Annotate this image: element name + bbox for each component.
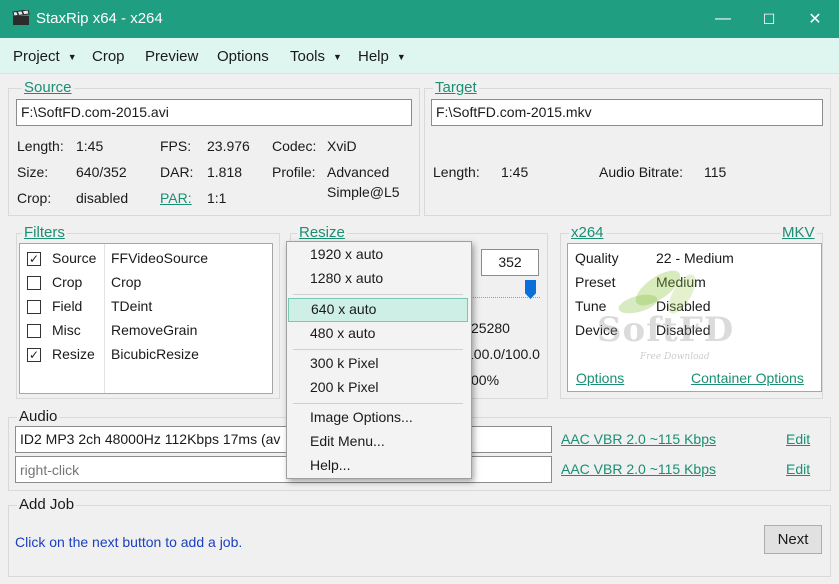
filter-row[interactable]: ✓ Resize BicubicResize [20,346,270,368]
menu-item-200k-pixel[interactable]: 200 k Pixel [288,376,468,400]
source-profile-label: Profile: [272,164,316,180]
filter-category: Misc [52,322,81,338]
menu-separator [293,403,463,404]
menu-item-640-auto[interactable]: 640 x auto [288,298,468,322]
audio-label: Audio [17,408,60,425]
menu-bar: Project ▼ Crop Preview Options Tools ▼ Hel… [0,38,839,74]
checkbox-unchecked[interactable] [27,276,41,290]
dropdown-arrow-icon: ▼ [396,52,406,63]
filter-category: Resize [52,346,95,362]
filter-name: BicubicResize [111,346,199,362]
next-button[interactable]: Next [764,525,822,554]
filter-row[interactable]: ✓ Source FFVideoSource [20,250,270,272]
menu-options[interactable]: Options [217,48,269,65]
menu-preview[interactable]: Preview [145,48,198,65]
minimize-button[interactable]: — [700,0,746,38]
dropdown-arrow-icon: ▼ [67,52,77,63]
encoder-link[interactable]: x264 [569,224,606,241]
target-path-field[interactable]: F:\SoftFD.com-2015.mkv [431,99,823,126]
audio-track-2-edit-link[interactable]: Edit [786,461,810,477]
source-dar-value: 1.818 [207,164,243,180]
target-audio-bitrate-label: Audio Bitrate: [599,164,684,180]
target-link[interactable]: Target [433,79,479,96]
source-path-field[interactable]: F:\SoftFD.com-2015.avi [16,99,412,126]
target-length-value: 1:45 [501,164,529,180]
maximize-icon: ☐ [762,10,776,27]
resize-link[interactable]: Resize [297,224,347,241]
source-codec-label: Codec: [272,138,317,154]
source-size-label: Size: [17,164,49,180]
watermark-leaf-graphic [618,270,696,314]
watermark-sub: Free Download [640,352,710,362]
source-crop-label: Crop: [17,190,52,206]
maximize-button[interactable]: ☐ [746,0,792,38]
menu-tools[interactable]: Tools ▼ [290,48,342,65]
source-fps-label: FPS: [160,138,192,154]
source-par-value: 1:1 [207,190,227,206]
resize-height-field[interactable]: 352 [481,249,539,276]
add-job-hint: Click on the next button to add a job. [15,534,243,550]
menu-item-480-auto[interactable]: 480 x auto [288,322,468,346]
dropdown-arrow-icon: ▼ [333,52,342,63]
menu-item-300k-pixel[interactable]: 300 k Pixel [288,352,468,376]
title-bar: StaxRip x64 - x264 — ☐ ✕ [0,0,839,38]
filter-row[interactable]: Field TDeint [20,298,270,320]
source-fps-value: 23.976 [207,138,250,154]
source-par-link[interactable]: PAR: [160,190,192,206]
filter-row[interactable]: Misc RemoveGrain [20,322,270,344]
menu-project[interactable]: Project ▼ [13,48,77,65]
menu-separator [293,294,463,295]
source-crop-value: disabled [76,190,129,206]
source-length-label: Length: [17,138,64,154]
menu-item-1920-auto[interactable]: 1920 x auto [288,243,468,267]
filter-row[interactable]: Crop Crop [20,274,270,296]
checkbox-unchecked[interactable] [27,300,41,314]
menu-item-help[interactable]: Help... [288,454,468,478]
menu-item-image-options[interactable]: Image Options... [288,406,468,430]
source-dar-label: DAR: [160,164,194,180]
menu-crop[interactable]: Crop [92,48,125,65]
filter-name: RemoveGrain [111,322,198,338]
filter-category: Field [52,298,83,314]
watermark-brand: SoftFD [597,310,735,350]
menu-help[interactable]: Help ▼ [358,48,406,65]
resize-dropdown-menu: 1920 x auto 1280 x auto 640 x auto 480 x… [286,241,472,479]
source-link[interactable]: Source [22,79,74,96]
menu-item-1280-auto[interactable]: 1280 x auto [288,267,468,291]
audio-track-1-edit-link[interactable]: Edit [786,431,810,447]
audio-track-1-codec-link[interactable]: AAC VBR 2.0 ~115 Kbps [561,431,716,447]
checkbox-checked[interactable]: ✓ [27,348,41,362]
minimize-icon: — [715,10,731,27]
container-link[interactable]: MKV [780,224,817,241]
source-codec-value: XviD [327,138,357,154]
filter-category: Source [52,250,97,266]
audio-track-2-codec-link[interactable]: AAC VBR 2.0 ~115 Kbps [561,461,716,477]
resize-value-3: 00% [471,372,500,388]
resize-value-2: 100.0/100.0 [466,346,540,362]
filter-name: FFVideoSource [111,250,209,266]
container-options-link[interactable]: Container Options [691,370,804,386]
checkbox-checked[interactable]: ✓ [27,252,41,266]
close-button[interactable]: ✕ [792,0,838,38]
filters-link[interactable]: Filters [22,224,67,241]
close-icon: ✕ [808,11,822,28]
filter-category: Crop [52,274,83,290]
menu-item-edit-menu[interactable]: Edit Menu... [288,430,468,454]
source-size-value: 640/352 [76,164,127,180]
source-profile-value-2: Simple@L5 [327,184,400,200]
encoder-options-link[interactable]: Options [576,370,624,386]
target-audio-bitrate-value: 115 [704,164,727,180]
window-title: StaxRip x64 - x264 [36,10,163,27]
source-length-value: 1:45 [76,138,104,154]
checkbox-unchecked[interactable] [27,324,41,338]
source-profile-value-1: Advanced [327,164,390,180]
resize-value-1: 25280 [471,320,510,336]
clapperboard-icon [12,10,30,25]
add-job-label: Add Job [17,496,77,513]
filter-name: TDeint [111,298,153,314]
target-length-label: Length: [433,164,480,180]
filter-name: Crop [111,274,142,290]
menu-separator [293,349,463,350]
